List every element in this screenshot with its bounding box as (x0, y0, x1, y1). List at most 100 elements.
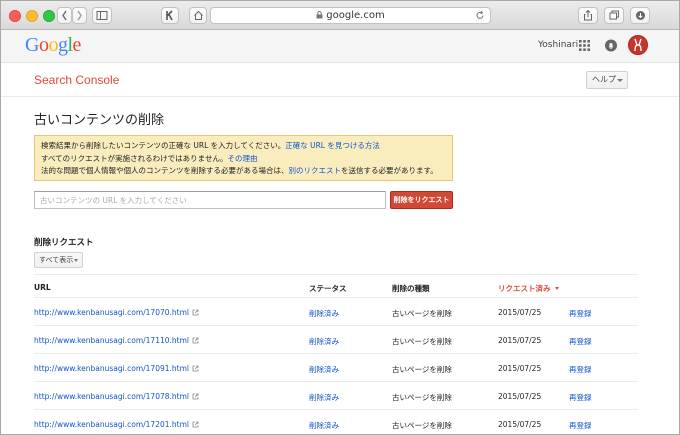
search-console-bar: Search Console ヘルプ (1, 63, 679, 97)
status-link[interactable]: 削除済み (309, 309, 339, 318)
forward-button[interactable] (72, 7, 87, 24)
logo-letter: o (48, 34, 58, 56)
external-link-icon[interactable] (192, 309, 199, 316)
filter-dropdown-button[interactable]: すべて表示 (34, 252, 83, 268)
url-cell: http://www.kenbanusagi.com/17201.html (34, 420, 199, 429)
notifications-icon[interactable] (605, 39, 617, 52)
notice-text: 法的な問題で個人情報や個人のコンテンツを削除する必要がある場合は、 (41, 166, 289, 175)
status-link[interactable]: 削除済み (309, 365, 339, 374)
date-cell: 2015/07/25 (498, 336, 542, 345)
table-row: http://www.kenbanusagi.com/17201.html 削除… (34, 410, 638, 434)
date-cell: 2015/07/25 (498, 420, 542, 429)
resubmit-link[interactable]: 再登録 (569, 337, 592, 346)
header-url[interactable]: URL (34, 283, 51, 292)
address-text: google.com (326, 10, 385, 21)
resubmit-link[interactable]: 再登録 (569, 309, 592, 318)
header-type[interactable]: 削除の種類 (392, 283, 430, 294)
url-cell: http://www.kenbanusagi.com/17070.html (34, 308, 199, 317)
reason-link[interactable]: その理由 (227, 154, 257, 163)
request-removal-button[interactable]: 削除をリクエスト (390, 191, 453, 209)
action-cell: 再登録 (569, 308, 592, 319)
chevron-right-icon (77, 10, 82, 21)
user-name-link[interactable]: Yoshinari (538, 40, 578, 50)
logo-letter: e (72, 34, 82, 56)
table-row: http://www.kenbanusagi.com/17078.html 削除… (34, 382, 638, 410)
section-title: 削除リクエスト (34, 238, 94, 248)
type-cell: 古いページを削除 (392, 309, 452, 318)
table-row: http://www.kenbanusagi.com/17110.html 削除… (34, 326, 638, 354)
find-url-link[interactable]: 正確な URL を見つける方法 (285, 141, 380, 150)
url-input[interactable] (34, 191, 386, 209)
status-link[interactable]: 削除済み (309, 337, 339, 346)
product-title[interactable]: Search Console (34, 73, 119, 87)
type-cell: 古いページを削除 (392, 421, 452, 430)
sidebar-icon (96, 11, 108, 20)
caret-down-icon (74, 259, 78, 262)
url-link[interactable]: http://www.kenbanusagi.com/17078.html (34, 392, 189, 401)
url-cell: http://www.kenbanusagi.com/17091.html (34, 364, 199, 373)
notice-line: 法的な問題で個人情報や個人のコンテンツを削除する必要がある場合は、別のリクエスト… (41, 165, 446, 178)
notice-text: を送信する必要があります。 (341, 166, 438, 175)
window-minimize-button[interactable] (26, 10, 38, 22)
action-cell: 再登録 (569, 392, 592, 403)
table-body: http://www.kenbanusagi.com/17070.html 削除… (34, 298, 638, 434)
browser-window: google.com Google Yoshinari Search Conso… (0, 0, 680, 435)
sidebar-toggle-button[interactable] (92, 7, 112, 24)
address-bar[interactable]: google.com (210, 7, 491, 24)
google-header: Google Yoshinari (1, 30, 679, 63)
url-link[interactable]: http://www.kenbanusagi.com/17110.html (34, 336, 189, 345)
header-requested-label: リクエスト済み (498, 284, 551, 293)
resubmit-link[interactable]: 再登録 (569, 365, 592, 374)
resubmit-link[interactable]: 再登録 (569, 421, 592, 430)
table-row: http://www.kenbanusagi.com/17091.html 削除… (34, 354, 638, 382)
google-logo[interactable]: Google (25, 34, 81, 57)
url-cell: http://www.kenbanusagi.com/17110.html (34, 336, 199, 345)
external-link-icon[interactable] (192, 337, 199, 344)
type-cell: 古いページを削除 (392, 393, 452, 402)
window-maximize-button[interactable] (43, 10, 55, 22)
external-link-icon[interactable] (192, 421, 199, 428)
chevron-left-icon (62, 10, 67, 21)
apps-grid-icon[interactable] (579, 40, 590, 51)
table-row: http://www.kenbanusagi.com/17070.html 削除… (34, 298, 638, 326)
reload-icon[interactable] (475, 10, 485, 21)
back-button[interactable] (57, 7, 72, 24)
downloads-button[interactable] (630, 7, 650, 24)
avatar[interactable] (628, 35, 648, 55)
removal-requests-table: URL ステータス 削除の種類 リクエスト済み http://www.kenba… (34, 274, 638, 434)
share-button[interactable] (578, 7, 598, 24)
tabs-overview-button[interactable] (604, 7, 624, 24)
bookmark-extension-button[interactable] (161, 7, 179, 24)
help-dropdown-button[interactable]: ヘルプ (586, 71, 628, 89)
url-cell: http://www.kenbanusagi.com/17078.html (34, 392, 199, 401)
status-link[interactable]: 削除済み (309, 421, 339, 430)
caret-down-icon (617, 79, 623, 82)
date-cell: 2015/07/25 (498, 308, 542, 317)
url-link[interactable]: http://www.kenbanusagi.com/17091.html (34, 364, 189, 373)
external-link-icon[interactable] (192, 393, 199, 400)
filter-label: すべて表示 (39, 256, 74, 264)
header-status[interactable]: ステータス (309, 283, 347, 294)
other-request-link[interactable]: 別のリクエスト (289, 166, 342, 175)
status-cell: 削除済み (309, 336, 339, 347)
external-link-icon[interactable] (192, 365, 199, 372)
url-link[interactable]: http://www.kenbanusagi.com/17070.html (34, 308, 189, 317)
share-icon (584, 9, 592, 21)
resubmit-link[interactable]: 再登録 (569, 393, 592, 402)
action-cell: 再登録 (569, 336, 592, 347)
lock-icon (316, 11, 323, 19)
type-cell: 古いページを削除 (392, 365, 452, 374)
status-cell: 削除済み (309, 392, 339, 403)
avatar-rabbit-icon (634, 38, 642, 52)
notice-line: 検索結果から削除したいコンテンツの正確な URL を入力してください。正確な U… (41, 140, 446, 153)
header-requested[interactable]: リクエスト済み (498, 283, 559, 294)
action-cell: 再登録 (569, 420, 592, 431)
status-link[interactable]: 削除済み (309, 393, 339, 402)
notice-text: 検索結果から削除したいコンテンツの正確な URL を入力してください。 (41, 141, 286, 150)
help-label: ヘルプ (592, 75, 616, 84)
url-link[interactable]: http://www.kenbanusagi.com/17201.html (34, 420, 189, 429)
home-icon (193, 10, 203, 20)
home-button[interactable] (189, 7, 207, 24)
sort-desc-icon (554, 287, 559, 290)
window-close-button[interactable] (9, 10, 21, 22)
